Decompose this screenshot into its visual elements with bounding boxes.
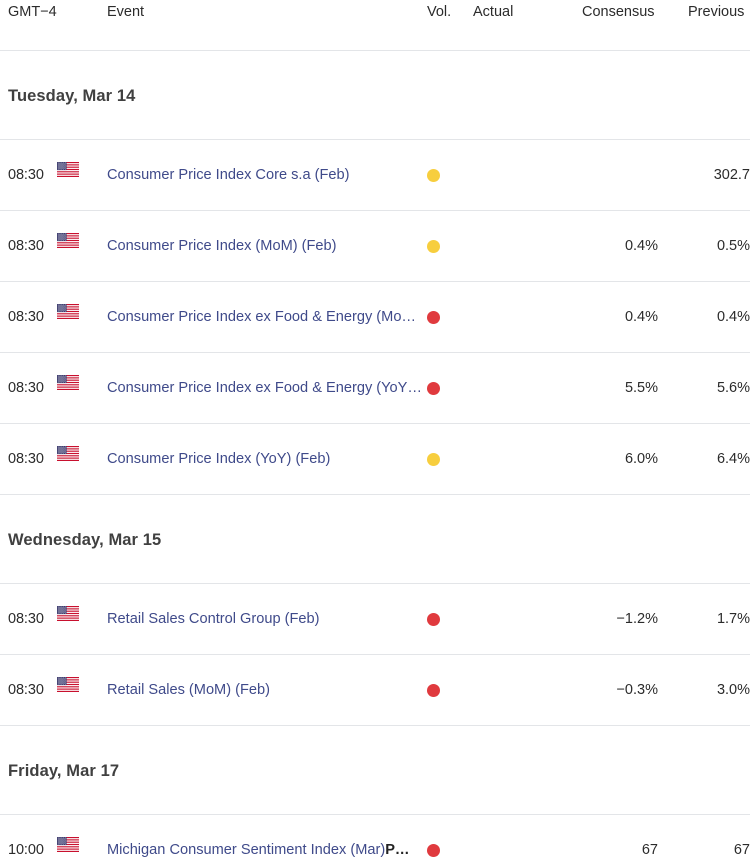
event-name-text: Consumer Price Index (MoM) (Feb) [107,238,337,254]
event-name-link[interactable]: Consumer Price Index ex Food & Energy (Y… [107,378,427,398]
event-time: 08:30 [8,167,44,183]
event-time: 08:30 [8,451,44,467]
event-preliminary-marker: P… [385,842,410,858]
event-time: 10:00 [8,842,44,858]
volatility-indicator-medium[interactable] [427,169,440,182]
event-consensus-value: −0.3% [616,682,658,698]
country-flag-united-states-icon [57,606,79,621]
calendar-event-row[interactable]: 08:30 Consume [0,353,750,424]
volatility-indicator-high[interactable] [427,684,440,697]
event-time: 08:30 [8,682,44,698]
calendar-date-header: Wednesday, Mar 15 [0,495,750,584]
country-flag-united-states-icon [57,233,79,248]
calendar-event-row[interactable]: 08:30 Consume [0,424,750,495]
event-name-text: Consumer Price Index ex Food & Energy (M… [107,309,417,325]
event-name-text: Consumer Price Index (YoY) (Feb) [107,451,331,467]
event-name-cell: Retail Sales Control Group (Feb) [107,609,427,629]
event-name-link[interactable]: Consumer Price Index ex Food & Energy (M… [107,307,427,327]
volatility-indicator-medium[interactable] [427,453,440,466]
country-flag-united-states-icon [57,446,79,461]
event-name-link[interactable]: Retail Sales (MoM) (Feb) [107,680,427,700]
calendar-event-row[interactable]: 08:30 Consume [0,282,750,353]
event-consensus-value: 5.5% [624,380,658,396]
calendar-event-row[interactable]: 08:30 Consume [0,211,750,282]
event-consensus-value: 67 [641,842,658,858]
calendar-event-row[interactable]: 10:00 Michigan Consumer Sentiment Index … [0,815,750,860]
economic-calendar: GMT−4 Event Vol. Actual Consensus Previo… [0,0,750,860]
event-name-text: Retail Sales Control Group (Feb) [107,611,320,627]
country-flag-united-states-icon [57,162,79,177]
event-consensus-value: 0.4% [624,238,658,254]
date-header-label: Tuesday, Mar 14 [8,87,136,105]
event-consensus-value: 6.0% [624,451,658,467]
event-name-cell: Consumer Price Index ex Food & Energy (M… [107,307,427,327]
volatility-indicator-high[interactable] [427,311,440,324]
event-name-cell: Consumer Price Index Core s.a (Feb) [107,165,427,185]
country-flag-united-states-icon [57,375,79,390]
column-header-event[interactable]: Event [107,3,427,21]
event-name-link[interactable]: Retail Sales Control Group (Feb) [107,609,427,629]
event-consensus-value: 0.4% [624,309,658,325]
event-name-cell: Consumer Price Index (MoM) (Feb) [107,236,427,256]
event-time: 08:30 [8,238,44,254]
event-name-cell: Retail Sales (MoM) (Feb) [107,680,427,700]
calendar-event-row[interactable]: 08:30 Consume [0,140,750,211]
calendar-date-header: Tuesday, Mar 14 [0,51,750,140]
event-name-link[interactable]: Consumer Price Index (MoM) (Feb) [107,236,427,256]
event-name-text: Consumer Price Index Core s.a (Feb) [107,167,350,183]
volatility-indicator-high[interactable] [427,382,440,395]
calendar-column-header: GMT−4 Event Vol. Actual Consensus Previo… [0,0,750,51]
calendar-body: Tuesday, Mar 14 08:30 Consumer Price Ind… [0,51,750,860]
event-previous-value: 1.7% [716,611,750,627]
event-name-link[interactable]: Consumer Price Index Core s.a (Feb) [107,165,427,185]
volatility-indicator-high[interactable] [427,844,440,857]
event-previous-value: 5.6% [716,380,750,396]
event-name-text: Retail Sales (MoM) (Feb) [107,682,270,698]
country-flag-united-states-icon [57,304,79,319]
event-name-link[interactable]: Consumer Price Index (YoY) (Feb) [107,449,427,469]
event-previous-value: 3.0% [716,682,750,698]
column-header-consensus[interactable]: Consensus [582,3,678,21]
event-previous-value: 0.4% [716,309,750,325]
calendar-date-header: Friday, Mar 17 [0,726,750,815]
event-previous-value: 6.4% [716,451,750,467]
column-header-timezone[interactable]: GMT−4 [8,3,57,21]
calendar-event-row[interactable]: 08:30 Retail [0,584,750,655]
date-header-label: Wednesday, Mar 15 [8,531,162,549]
event-name-text: Consumer Price Index ex Food & Energy (Y… [107,380,422,396]
event-previous-value: 67 [733,842,750,858]
country-flag-united-states-icon [57,677,79,692]
date-header-label: Friday, Mar 17 [8,762,120,780]
event-time: 08:30 [8,309,44,325]
event-name-cell: Consumer Price Index (YoY) (Feb) [107,449,427,469]
event-name-text: Michigan Consumer Sentiment Index (Mar) [107,842,386,858]
column-header-previous[interactable]: Previous [688,3,750,21]
event-time: 08:30 [8,611,44,627]
column-header-volatility[interactable]: Vol. [427,3,453,21]
event-previous-value: 0.5% [716,238,750,254]
event-time: 08:30 [8,380,44,396]
volatility-indicator-high[interactable] [427,613,440,626]
event-name-link[interactable]: Michigan Consumer Sentiment Index (Mar)P… [107,840,427,860]
event-name-cell: Consumer Price Index ex Food & Energy (Y… [107,378,427,398]
column-header-actual[interactable]: Actual [473,3,549,21]
event-name-cell: Michigan Consumer Sentiment Index (Mar)P… [107,840,427,860]
country-flag-united-states-icon [57,837,79,852]
event-consensus-value: −1.2% [616,611,658,627]
calendar-event-row[interactable]: 08:30 Retail [0,655,750,726]
event-previous-value: 302.7 [713,167,750,183]
volatility-indicator-medium[interactable] [427,240,440,253]
